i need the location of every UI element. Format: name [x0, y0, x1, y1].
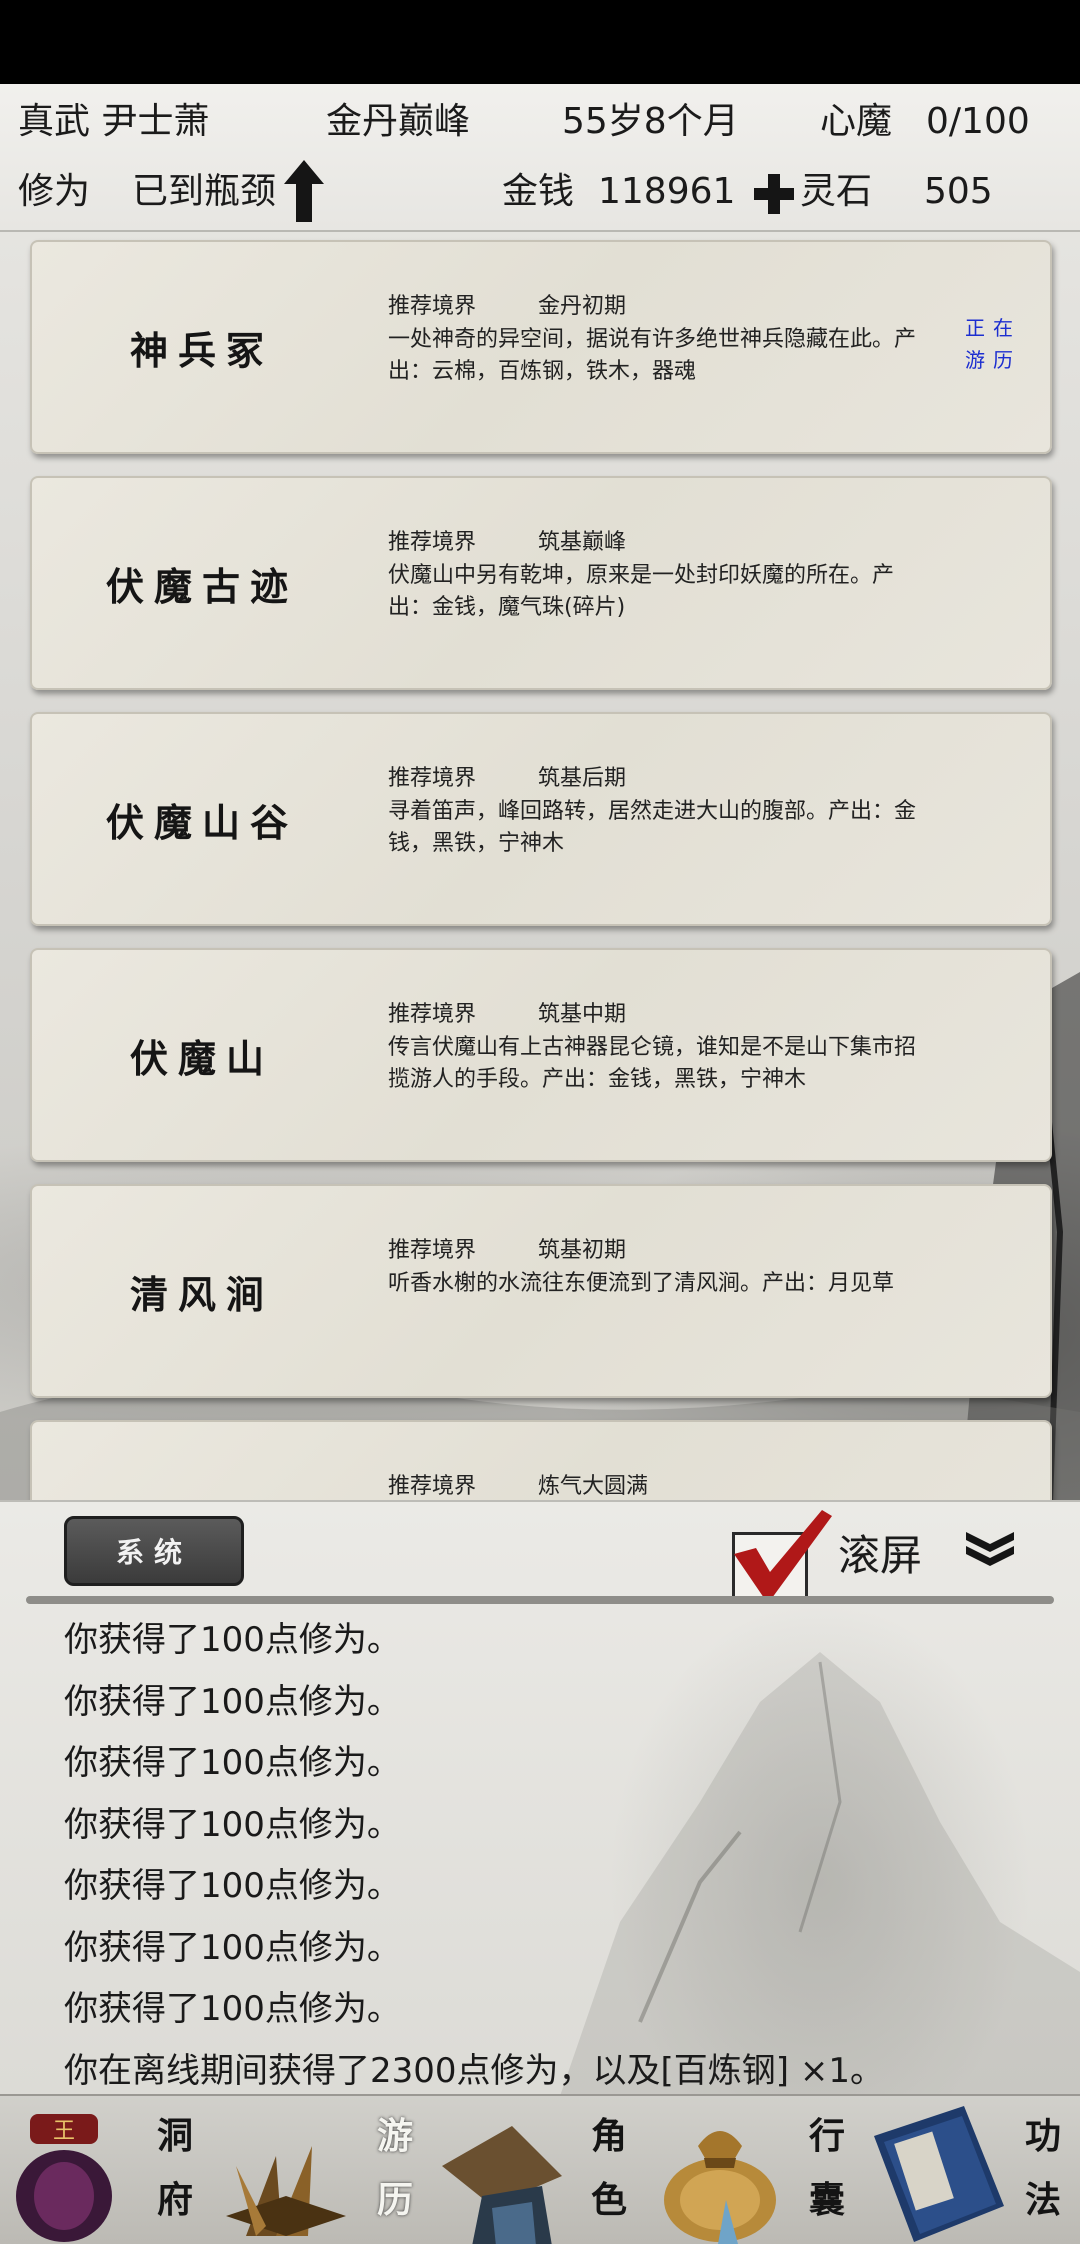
location-name: 伏魔山谷: [105, 799, 298, 845]
money-label: 金钱: [502, 171, 575, 212]
location-description: 寻着笛声，峰回路转，居然走进大山的腹部。产出：金钱，黑铁，宁神木: [388, 799, 917, 856]
spirit-stone-value: 505: [924, 171, 993, 212]
nav-item-skills[interactable]: 功 法: [864, 2096, 1080, 2244]
nav-item-character[interactable]: 角 色: [432, 2096, 648, 2244]
location-name: 清风涧: [129, 1271, 274, 1317]
nav-item-travel[interactable]: 游 历: [216, 2096, 432, 2244]
character-icon: [442, 2126, 562, 2244]
book-icon: [874, 2106, 1004, 2242]
nav-label-top: 游: [376, 2115, 413, 2157]
location-description: 传言伏魔山有上古神器昆仑镜，谁知是不是山下集市招揽游人的手段。产出：金钱，黑铁，…: [388, 1035, 917, 1092]
nav-label-bottom: 色: [590, 2179, 627, 2221]
location-description: 一处神奇的异空间，据说有许多绝世神兵隐藏在此。产出：云棉，百炼钢，铁木，器魂: [388, 327, 917, 384]
check-icon: [734, 1510, 832, 1598]
recommended-realm-label: 推荐境界: [388, 530, 477, 555]
nav-label-bottom: 府: [156, 2179, 193, 2221]
log-line: 你获得了100点修为。: [64, 1743, 401, 1783]
status-bar: [0, 0, 1080, 84]
location-description: 伏魔山中另有乾坤，原来是一处封印妖魔的所在。产出：金钱，魔气珠(碎片): [388, 563, 895, 620]
nav-label-bottom: 囊: [808, 2179, 845, 2221]
nav-item-bag[interactable]: 行 囊: [648, 2096, 864, 2244]
log-line: 你获得了100点修为。: [64, 1681, 401, 1722]
log-divider: [26, 1596, 1054, 1604]
message-log-panel: 系统 滚屏 你获得了100点修为。 你获得了100点修为。 你获得了100点修为…: [0, 1500, 1080, 2094]
location-name: 伏魔山: [129, 1035, 274, 1081]
log-lines: 你获得了100点修为。 你获得了100点修为。 你获得了100点修为。 你获得了…: [64, 1610, 884, 2094]
demon-value: 0/100: [926, 101, 1030, 142]
nav-label-top: 功: [1024, 2115, 1061, 2157]
arrow-up-icon[interactable]: [282, 158, 326, 224]
cultivation-label: 修为: [18, 171, 91, 212]
location-description: 听香水榭的水流往东便流到了清风涧。产出：月见草: [388, 1271, 895, 1296]
recommended-realm-value: 炼气大圆满: [538, 1474, 649, 1499]
location-card-shenbingzhong[interactable]: 神兵冢 推荐境界 金丹初期 一处神奇的异空间，据说有许多绝世神兵隐藏在此。产出：…: [30, 240, 1052, 454]
recommended-realm-value: 筑基初期: [538, 1238, 627, 1263]
recommended-realm-value: 金丹初期: [538, 294, 627, 319]
cave-icon: 王: [16, 2114, 112, 2242]
system-tab[interactable]: 系统: [64, 1516, 244, 1586]
log-line: 你获得了100点修为。: [64, 1927, 401, 1968]
recommended-realm-label: 推荐境界: [388, 1474, 477, 1499]
bag-icon: [664, 2131, 776, 2244]
demon-label: 心魔: [820, 101, 893, 142]
log-line: 你获得了100点修为。: [64, 1989, 401, 2029]
player-age: 55岁8个月: [562, 101, 739, 142]
travel-icon: [226, 2146, 346, 2236]
spirit-stone-icon: [754, 174, 794, 214]
location-card-fumoguji[interactable]: 伏魔古迹 推荐境界 筑基巅峰 伏魔山中另有乾坤，原来是一处封印妖魔的所在。产出：…: [30, 476, 1052, 690]
location-card-fumoshangu[interactable]: 伏魔山谷 推荐境界 筑基后期 寻着笛声，峰回路转，居然走进大山的腹部。产出：金钱…: [30, 712, 1052, 926]
recommended-realm-label: 推荐境界: [388, 1238, 477, 1263]
location-card-qingfengjian[interactable]: 清风涧 推荐境界 筑基初期 听香水榭的水流往东便流到了清风涧。产出：月见草: [30, 1184, 1052, 1398]
spirit-stone-label: 灵石: [800, 171, 873, 212]
nav-label-bottom: 法: [1024, 2179, 1061, 2221]
location-name: 伏魔古迹: [105, 563, 298, 609]
bottom-navigation: 王 洞 府 游 历 角 色 行 囊 功 法: [0, 2094, 1080, 2244]
log-line: 你在离线期间获得了2300点修为，以及[百炼钢] ×1。: [64, 2050, 884, 2091]
log-line: 你获得了100点修为。: [64, 1804, 401, 1845]
nav-label-top: 行: [808, 2115, 845, 2157]
recommended-realm-label: 推荐境界: [388, 294, 477, 319]
nav-label-bottom: 历: [376, 2179, 413, 2221]
recommended-realm-value: 筑基中期: [538, 1002, 627, 1027]
player-realm: 金丹巅峰: [326, 101, 471, 142]
recommended-realm-value: 筑基后期: [538, 766, 627, 791]
location-name: 神兵冢: [129, 327, 274, 373]
nav-label-top: 角: [590, 2115, 627, 2157]
player-name: 真武 尹士萧: [18, 101, 210, 142]
cultivation-status: 已到瓶颈: [132, 171, 277, 212]
double-chevron-down-icon[interactable]: [962, 1528, 1018, 1568]
log-line: 你获得了100点修为。: [64, 1866, 401, 1906]
log-line: 你获得了100点修为。: [64, 1620, 401, 1660]
money-value: 118961: [598, 171, 736, 212]
auto-scroll-label[interactable]: 滚屏: [838, 1522, 922, 1583]
recommended-realm-label: 推荐境界: [388, 766, 477, 791]
nav-item-cave[interactable]: 王 洞 府: [0, 2096, 216, 2244]
location-card-fumoshan[interactable]: 伏魔山 推荐境界 筑基中期 传言伏魔山有上古神器昆仑镜，谁知是不是山下集市招揽游…: [30, 948, 1052, 1162]
recommended-realm-value: 筑基巅峰: [538, 530, 627, 555]
nav-label-top: 洞: [156, 2115, 193, 2157]
recommended-realm-label: 推荐境界: [388, 1002, 477, 1027]
svg-text:王: 王: [53, 2119, 75, 2144]
traveling-status-badge: 正在游历: [965, 316, 1021, 372]
